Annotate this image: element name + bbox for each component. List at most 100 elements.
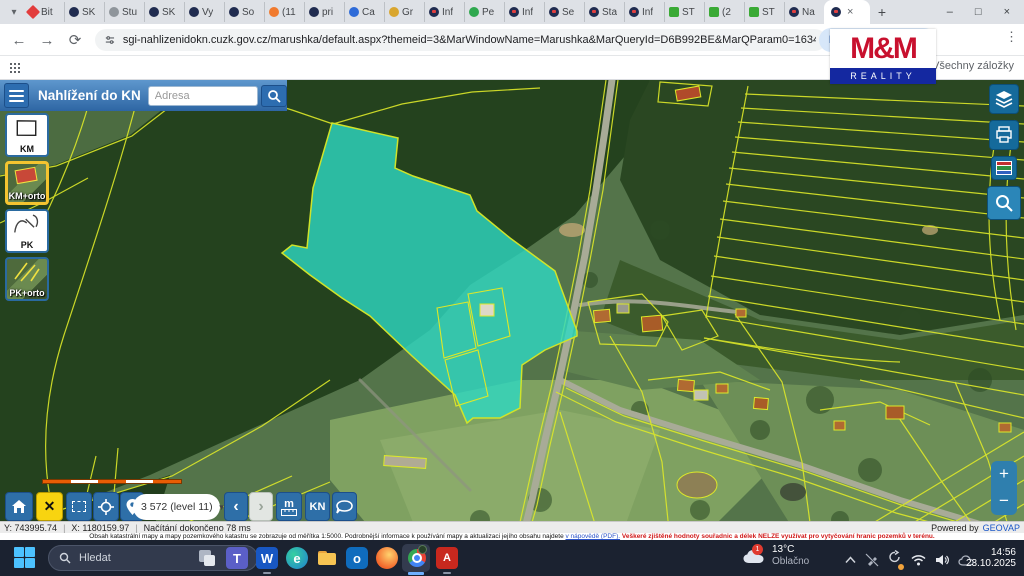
disclaimer-text: Obsah katastrální mapy a mapy pozemkovéh…	[89, 533, 563, 540]
browser-tab[interactable]: ST	[664, 2, 704, 22]
legend-button[interactable]	[991, 156, 1017, 180]
window-close-button[interactable]: ×	[1004, 6, 1010, 18]
print-button[interactable]	[989, 120, 1019, 150]
kn-info-button[interactable]: KN	[305, 492, 330, 521]
layers-button[interactable]	[989, 84, 1019, 114]
browser-tab[interactable]: Stu	[104, 2, 144, 22]
lasso-select-button[interactable]	[332, 492, 357, 521]
outlook-icon[interactable]: o	[346, 547, 368, 569]
word-open-indicator	[263, 572, 271, 574]
tab-label: SK	[162, 7, 175, 18]
home-button[interactable]	[5, 492, 33, 521]
printer-icon	[995, 126, 1013, 144]
tab-favicon-icon	[629, 7, 639, 17]
taskbar-clock[interactable]: 14:56 23.10.2025	[966, 547, 1016, 569]
browser-tab[interactable]: Na	[784, 2, 824, 22]
forward-button[interactable]: →	[36, 29, 58, 51]
start-button[interactable]	[14, 547, 35, 568]
reload-button[interactable]: ⟳	[64, 29, 86, 51]
browser-menu-icon[interactable]: ⋮	[1005, 29, 1018, 45]
browser-tab[interactable]: Inf	[504, 2, 544, 22]
weather-widget[interactable]: 1 13°C Oblačno	[742, 544, 809, 568]
word-icon[interactable]: W	[256, 547, 278, 569]
browser-tab[interactable]: SK	[144, 2, 184, 22]
all-bookmarks-label: Všechny záložky	[932, 60, 1014, 72]
tab-label: Bit	[41, 7, 53, 18]
firefox-icon[interactable]	[376, 547, 398, 569]
browser-tab[interactable]: (2	[704, 2, 744, 22]
file-explorer-icon[interactable]	[316, 547, 338, 569]
map-type-button-pk[interactable]: PK	[5, 209, 49, 253]
teams-icon[interactable]: T	[226, 547, 248, 569]
browser-tab[interactable]: Sta	[584, 2, 624, 22]
window-controls: – □ ×	[933, 0, 1024, 24]
tab-search-chevron-icon[interactable]: ▾	[4, 3, 24, 21]
tab-close-icon[interactable]: ×	[847, 6, 853, 18]
tab-label: Ca	[362, 7, 375, 18]
wifi-icon[interactable]	[911, 554, 926, 566]
tab-favicon-icon	[149, 7, 159, 17]
clock-date: 23.10.2025	[966, 558, 1016, 569]
tab-list: BitSKStuSKVySo(11priCaGrInfPeInfSeStaInf…	[24, 0, 824, 24]
browser-tab[interactable]: Pe	[464, 2, 504, 22]
tab-label: Se	[562, 7, 574, 18]
tab-label: ST	[682, 7, 695, 18]
speaker-icon[interactable]	[935, 554, 949, 566]
browser-tab[interactable]: Gr	[384, 2, 424, 22]
rectangle-select-button[interactable]	[66, 492, 92, 521]
history-back-button[interactable]: ‹	[224, 492, 248, 521]
browser-tab[interactable]: SK	[64, 2, 104, 22]
browser-tab[interactable]: Inf	[624, 2, 664, 22]
browser-tab[interactable]: (11	[264, 2, 304, 22]
tray-chevron-icon[interactable]	[845, 556, 856, 564]
site-settings-icon[interactable]	[105, 34, 115, 46]
map-search-button[interactable]	[987, 186, 1021, 220]
url-text[interactable]: sgi-nahlizenidokn.cuzk.gov.cz/marushka/d…	[123, 34, 816, 46]
map-canvas[interactable]	[0, 80, 1024, 540]
browser-tab[interactable]: Inf	[424, 2, 464, 22]
back-button[interactable]: ←	[8, 29, 30, 51]
help-pdf-link[interactable]: v nápovědě (PDF).	[566, 533, 621, 540]
tab-label: Inf	[642, 7, 653, 18]
browser-tab[interactable]: pri	[304, 2, 344, 22]
hamburger-menu-icon[interactable]	[4, 83, 29, 108]
active-tab[interactable]: ×	[824, 0, 870, 24]
tab-favicon-icon	[429, 7, 439, 17]
coord-y: Y: 743995.74	[4, 523, 57, 533]
scale-select[interactable]: 3 572 (level 11) ▼	[133, 494, 220, 520]
tab-label: Pe	[482, 7, 494, 18]
browser-tab[interactable]: So	[224, 2, 264, 22]
browser-tab[interactable]: Se	[544, 2, 584, 22]
map-type-button-km-orto[interactable]: KM+orto	[5, 161, 49, 205]
browser-tab[interactable]: ST	[744, 2, 784, 22]
edge-icon[interactable]: e	[286, 547, 308, 569]
apps-grid-icon[interactable]	[10, 63, 20, 73]
address-bar[interactable]: sgi-nahlizenidokn.cuzk.gov.cz/marushka/d…	[95, 29, 826, 51]
history-forward-button[interactable]: ›	[249, 492, 273, 521]
zoom-in-button[interactable]: +	[991, 461, 1017, 488]
crosshair-button[interactable]	[93, 492, 119, 521]
geovap-link[interactable]: GEOVAP	[983, 523, 1020, 533]
ruler-icon	[281, 509, 297, 516]
browser-tab[interactable]: Ca	[344, 2, 384, 22]
home-icon	[11, 499, 27, 514]
window-minimize-button[interactable]: –	[947, 6, 953, 18]
address-search-button[interactable]	[261, 85, 287, 107]
acrobat-icon[interactable]: A	[436, 547, 458, 569]
measure-button[interactable]: m	[276, 492, 302, 521]
address-search-input[interactable]	[148, 86, 258, 106]
tab-favicon-icon	[349, 7, 359, 17]
window-maximize-button[interactable]: □	[975, 6, 982, 18]
tab-label: (11	[282, 7, 296, 18]
pen-disabled-icon[interactable]	[865, 553, 879, 567]
map-type-button-pk-orto[interactable]: PK+orto	[5, 257, 49, 301]
browser-tab[interactable]: Vy	[184, 2, 224, 22]
map-type-button-km[interactable]: KM	[5, 113, 49, 157]
cancel-selection-button[interactable]: ✕	[36, 492, 63, 521]
zoom-out-button[interactable]: −	[991, 488, 1017, 515]
browser-tab[interactable]: Bit	[24, 2, 64, 22]
sync-icon[interactable]	[888, 550, 902, 569]
new-tab-button[interactable]: +	[870, 2, 894, 22]
task-view-icon[interactable]	[196, 547, 218, 569]
map-type-label: KM	[7, 144, 47, 154]
